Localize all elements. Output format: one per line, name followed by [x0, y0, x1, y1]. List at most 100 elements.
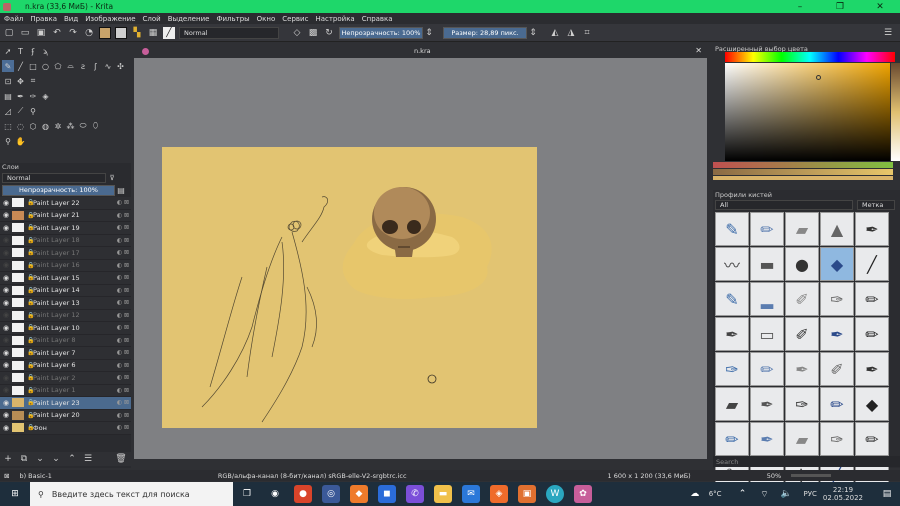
- brush-preset-tile[interactable]: ✒: [715, 317, 749, 351]
- color-shades-strip-2[interactable]: [713, 176, 893, 180]
- visibility-eye-icon[interactable]: ◉: [0, 274, 12, 282]
- brush-preset-tile[interactable]: ▰: [715, 387, 749, 421]
- brush-preset-tile[interactable]: ✒: [785, 352, 819, 386]
- opacity-stepper-icon[interactable]: ⇕: [423, 27, 435, 39]
- app-icon-3[interactable]: ◆: [350, 485, 368, 503]
- brush-presets-icon[interactable]: ▚: [131, 27, 143, 39]
- layer-filter-icon[interactable]: ⊽: [106, 172, 118, 184]
- canvas-area[interactable]: n.kra ✕: [134, 44, 707, 459]
- bezier-select-tool-icon[interactable]: ⬭: [77, 120, 89, 132]
- background-color-swatch[interactable]: [115, 26, 127, 39]
- text-tool-icon[interactable]: T: [15, 45, 27, 57]
- line-tool-icon[interactable]: ╱: [15, 60, 27, 72]
- layer-row[interactable]: ◉ 🔒 Paint Layer 19 ◐ ⊠: [0, 222, 131, 235]
- notifications-icon[interactable]: ▤: [878, 485, 896, 503]
- similar-select-tool-icon[interactable]: ⁂: [65, 120, 77, 132]
- visibility-eye-icon[interactable]: ◉: [0, 249, 12, 257]
- transform-tool-icon[interactable]: ⊡: [2, 75, 14, 87]
- duplicate-layer-icon[interactable]: ⧉: [18, 453, 30, 465]
- layer-properties-icon[interactable]: ▤: [115, 184, 127, 196]
- brush-preset-tile[interactable]: ✎: [715, 282, 749, 316]
- visibility-eye-icon[interactable]: ◉: [0, 311, 12, 319]
- layer-alpha-lock-icon[interactable]: ◐ ⊠: [108, 237, 131, 244]
- visibility-eye-icon[interactable]: ◉: [0, 211, 12, 219]
- polygon-tool-icon[interactable]: ⬠: [52, 60, 64, 72]
- workspace-menu-icon[interactable]: ☰: [882, 27, 894, 39]
- layer-alpha-lock-icon[interactable]: ◐ ⊠: [108, 262, 131, 269]
- crop-tool-icon[interactable]: ⌗: [27, 75, 39, 87]
- layer-row[interactable]: ◉ 🔒 Paint Layer 2 ◐ ⊠: [0, 372, 131, 385]
- visibility-eye-icon[interactable]: ◉: [0, 299, 12, 307]
- menu-image[interactable]: Изображение: [85, 15, 135, 23]
- layer-alpha-lock-icon[interactable]: ◐ ⊠: [108, 324, 131, 331]
- calligraphy-tool-icon[interactable]: ϡ: [40, 45, 52, 57]
- brush-preset-tile[interactable]: ✒: [820, 317, 854, 351]
- undo-icon[interactable]: ↶: [51, 27, 63, 39]
- layer-row[interactable]: ◉ 🔒 Paint Layer 20 ◐ ⊠: [0, 409, 131, 422]
- visibility-eye-icon[interactable]: ◉: [0, 236, 12, 244]
- brush-preset-tile[interactable]: ✏: [750, 352, 784, 386]
- save-icon[interactable]: ▣: [35, 27, 47, 39]
- visibility-eye-icon[interactable]: ◉: [0, 349, 12, 357]
- bezier-tool-icon[interactable]: ƨ: [77, 60, 89, 72]
- open-document-icon[interactable]: ▭: [19, 27, 31, 39]
- brush-preset-tile[interactable]: ✏: [820, 387, 854, 421]
- chrome-icon[interactable]: ●: [294, 485, 312, 503]
- app-icon-5[interactable]: ◈: [490, 485, 508, 503]
- layer-row[interactable]: ◉ 🔒 Paint Layer 15 ◐ ⊠: [0, 272, 131, 285]
- alpha-lock-icon[interactable]: ▩: [307, 27, 319, 39]
- mirror-horizontal-icon[interactable]: ◭: [549, 27, 561, 39]
- layer-row[interactable]: ◉ 🔒 Paint Layer 7 ◐ ⊠: [0, 347, 131, 360]
- brush-preset-tile[interactable]: ✐: [785, 282, 819, 316]
- brush-preview-icon[interactable]: ╱: [163, 26, 175, 39]
- brush-preset-tile[interactable]: ✒: [855, 212, 889, 246]
- rectangle-tool-icon[interactable]: □: [27, 60, 39, 72]
- color-palette-column[interactable]: [891, 63, 900, 161]
- brush-preset-tile[interactable]: ◆: [855, 387, 889, 421]
- brush-preset-tile[interactable]: ✏: [750, 212, 784, 246]
- layer-row[interactable]: ◉ 🔒 Paint Layer 22 ◐ ⊠: [0, 197, 131, 210]
- ellipse-tool-icon[interactable]: ○: [40, 60, 52, 72]
- polygon-select-tool-icon[interactable]: ⬡: [27, 120, 39, 132]
- layer-alpha-lock-icon[interactable]: ◐ ⊠: [108, 299, 131, 306]
- layer-row[interactable]: ◉ 🔒 Paint Layer 10 ◐ ⊠: [0, 322, 131, 335]
- layer-alpha-lock-icon[interactable]: ◐ ⊠: [108, 249, 131, 256]
- size-slider[interactable]: Размер: 28,89 пикс.: [443, 26, 527, 39]
- brush-preset-tile[interactable]: ╱: [855, 247, 889, 281]
- colorize-mask-tool-icon[interactable]: ✑: [27, 90, 39, 102]
- taskbar-search-box[interactable]: ⚲ Введите здесь текст для поиска: [30, 482, 233, 506]
- current-brush-status[interactable]: b) Basic-1: [19, 472, 51, 480]
- menu-layer[interactable]: Слой: [143, 15, 161, 23]
- freehand-path-tool-icon[interactable]: ʃ: [90, 60, 102, 72]
- menu-file[interactable]: Файл: [4, 15, 23, 23]
- gradient-tool-icon[interactable]: ▤: [2, 90, 14, 102]
- brush-preset-tile[interactable]: ▰: [785, 212, 819, 246]
- rect-select-tool-icon[interactable]: ⬚: [2, 120, 14, 132]
- maximize-button[interactable]: ❐: [820, 2, 860, 12]
- visibility-eye-icon[interactable]: ◉: [0, 411, 12, 419]
- visibility-eye-icon[interactable]: ◉: [0, 374, 12, 382]
- layer-row[interactable]: ◉ 🔒 Paint Layer 12 ◐ ⊠: [0, 309, 131, 322]
- zoom-level-status[interactable]: 50%: [767, 472, 781, 480]
- document-tab[interactable]: n.kra: [414, 47, 431, 55]
- layer-row[interactable]: ◉ 🔒 Paint Layer 17 ◐ ⊠: [0, 247, 131, 260]
- close-document-button[interactable]: ✕: [695, 46, 702, 55]
- magnetic-select-tool-icon[interactable]: ⬯: [90, 120, 102, 132]
- task-view-icon[interactable]: ❐: [238, 485, 256, 503]
- brush-preset-tile[interactable]: ✑: [785, 387, 819, 421]
- layer-options-chevron-down-icon[interactable]: ⌄: [34, 453, 46, 465]
- measure-tool-icon[interactable]: ⟋: [15, 105, 27, 117]
- layer-alpha-lock-icon[interactable]: ◐ ⊠: [108, 337, 131, 344]
- layer-row[interactable]: ◉ 🔒 Paint Layer 13 ◐ ⊠: [0, 297, 131, 310]
- assistant-tool-icon[interactable]: ◿: [2, 105, 14, 117]
- freehand-select-tool-icon[interactable]: ◍: [40, 120, 52, 132]
- layer-alpha-lock-icon[interactable]: ◐ ⊠: [108, 312, 131, 319]
- layer-properties-button-icon[interactable]: ☰: [82, 453, 94, 465]
- pan-tool-icon[interactable]: ✋: [15, 135, 27, 147]
- color-history-strip[interactable]: [713, 162, 893, 168]
- brush-preset-tile[interactable]: ✑: [820, 282, 854, 316]
- move-layer-up-icon[interactable]: ⌃: [66, 453, 78, 465]
- zoom-tool-icon[interactable]: ⚲: [2, 135, 14, 147]
- layer-alpha-lock-icon[interactable]: ◐ ⊠: [108, 274, 131, 281]
- visibility-eye-icon[interactable]: ◉: [0, 399, 12, 407]
